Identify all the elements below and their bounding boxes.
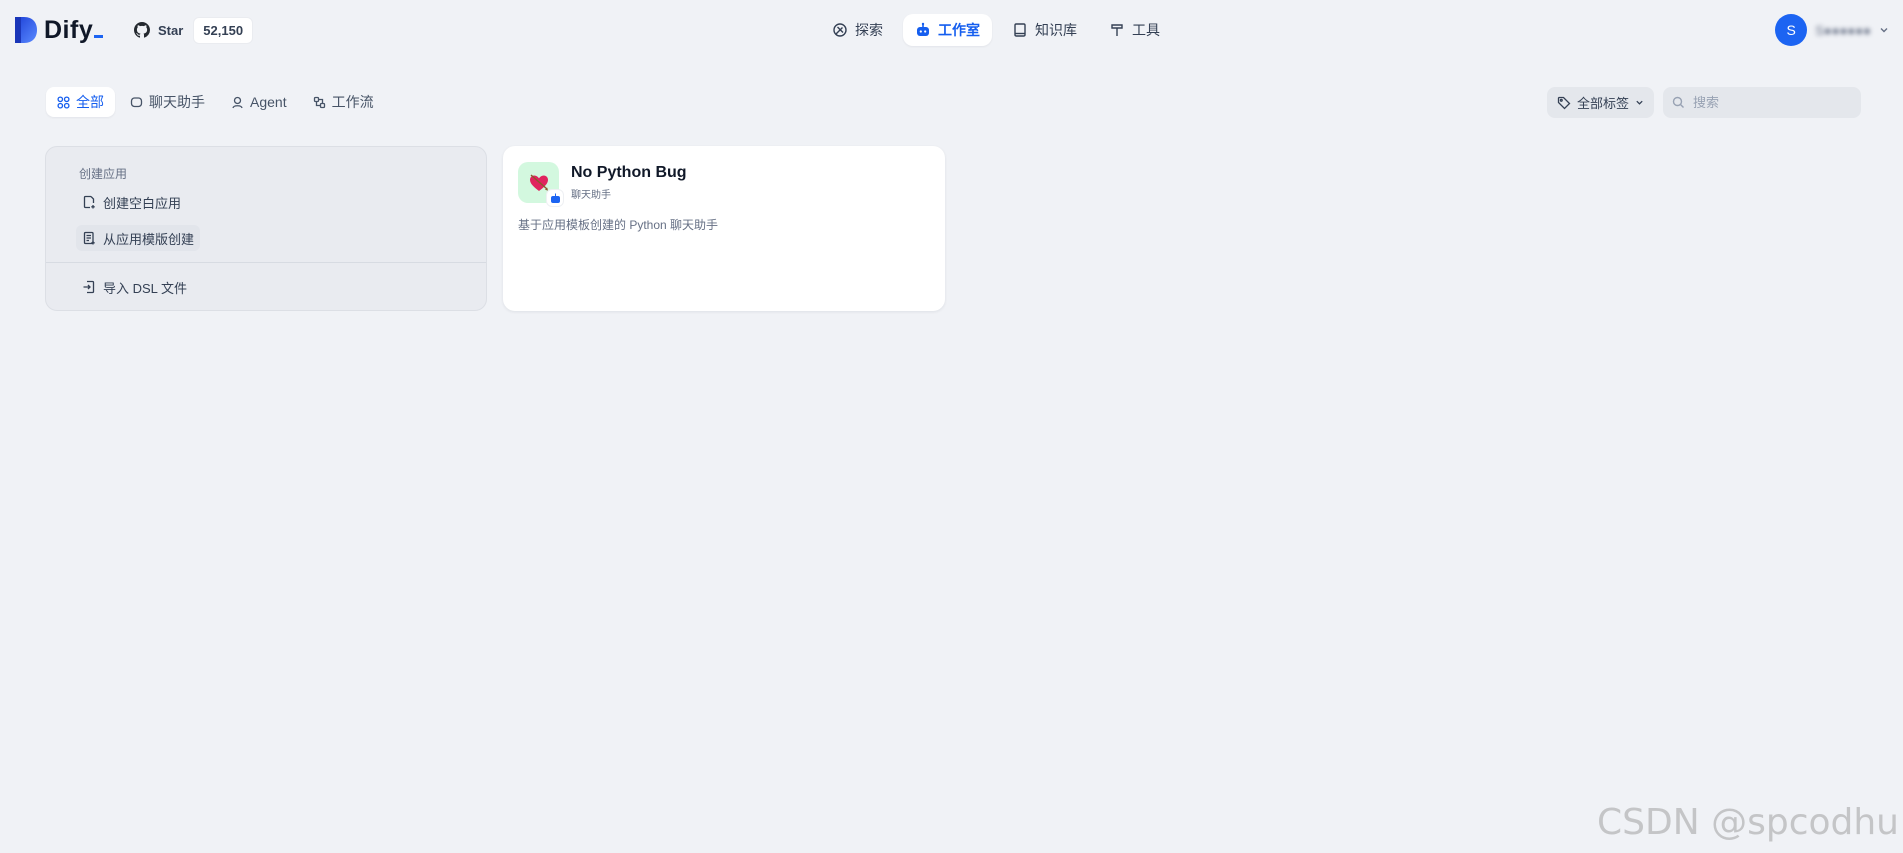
- import-icon: [83, 280, 95, 294]
- nav-knowledge[interactable]: 知识库: [1000, 14, 1089, 46]
- dify-logo-mark-icon: [15, 17, 37, 43]
- github-icon: [134, 22, 150, 38]
- import-dsl-button[interactable]: 导入 DSL 文件: [76, 274, 193, 300]
- app-description: 基于应用模板创建的 Python 聊天助手: [518, 218, 719, 232]
- book-icon: [1014, 23, 1026, 37]
- robot-icon: [917, 22, 929, 36]
- import-dsl-label: 导入 DSL 文件: [103, 280, 188, 296]
- file-plus-icon: [83, 195, 95, 209]
- username: S●●●●●●: [1815, 22, 1871, 38]
- app-type-tabs: 全部 聊天助手 Agent 工作流: [46, 87, 385, 117]
- app-card[interactable]: No Python Bug 聊天助手 基于应用模板创建的 Python 聊天助手: [503, 146, 945, 311]
- tab-workflow-label: 工作流: [331, 94, 374, 110]
- tab-all[interactable]: 全部: [46, 87, 115, 117]
- tab-agent[interactable]: Agent: [220, 87, 298, 117]
- nav-studio[interactable]: 工作室: [903, 14, 992, 46]
- tab-chat-assistant-label: 聊天助手: [149, 94, 205, 110]
- app-type: 聊天助手: [571, 190, 611, 201]
- grid-icon: [57, 95, 70, 109]
- top-bar: Dify Star 52,150 探索 工作室 知识库 工具 S S●●●●●●: [0, 0, 1903, 58]
- tab-all-label: 全部: [76, 94, 104, 110]
- tag-filter-dropdown[interactable]: 全部标签: [1546, 87, 1654, 118]
- filter-bar: 全部标签: [1546, 87, 1861, 118]
- divider: [46, 262, 486, 263]
- create-blank-app-label: 创建空白应用: [103, 195, 182, 211]
- chevron-down-icon: [1880, 28, 1888, 33]
- heart-arrow-icon: [529, 173, 548, 191]
- create-blank-app-button[interactable]: 创建空白应用: [76, 189, 187, 215]
- tab-workflow[interactable]: 工作流: [302, 87, 385, 117]
- create-app-title: 创建应用: [79, 167, 128, 181]
- dify-logo[interactable]: Dify: [14, 16, 104, 45]
- template-icon: [83, 231, 95, 245]
- app-name: No Python Bug: [571, 164, 687, 181]
- create-from-template-button[interactable]: 从应用模版创建: [76, 225, 201, 251]
- watermark: CSDN @spcodhu: [1597, 802, 1899, 843]
- main-nav: 探索 工作室 知识库 工具: [820, 14, 1172, 46]
- tab-chat-assistant[interactable]: 聊天助手: [119, 87, 216, 117]
- nav-studio-label: 工作室: [938, 22, 980, 38]
- search-input[interactable]: [1691, 94, 1851, 111]
- create-from-template-label: 从应用模版创建: [103, 231, 195, 247]
- search-box[interactable]: [1663, 87, 1861, 118]
- nav-knowledge-label: 知识库: [1035, 22, 1077, 38]
- agent-icon: [232, 96, 243, 108]
- avatar: S: [1775, 14, 1808, 46]
- compass-icon: [833, 23, 847, 37]
- nav-explore-label: 探索: [855, 22, 883, 38]
- chat-assistant-badge: [547, 190, 563, 206]
- hammer-icon: [1111, 24, 1123, 36]
- tag-icon: [1557, 96, 1571, 109]
- tab-agent-label: Agent: [250, 94, 287, 110]
- tag-filter-label: 全部标签: [1576, 96, 1629, 111]
- star-label: Star: [158, 22, 184, 38]
- logo-text: Dify: [44, 16, 104, 45]
- nav-explore[interactable]: 探索: [820, 14, 895, 46]
- search-icon: [1672, 96, 1684, 108]
- chat-icon: [130, 96, 143, 107]
- workflow-icon: [313, 96, 325, 108]
- chevron-down-icon: [1636, 100, 1643, 105]
- nav-tools-label: 工具: [1132, 22, 1160, 38]
- create-app-card: 创建应用 创建空白应用 从应用模版创建 导入 DSL 文件: [45, 146, 487, 311]
- chat-badge-icon: [550, 193, 560, 203]
- star-count: 52,150: [193, 16, 254, 44]
- nav-tools[interactable]: 工具: [1097, 14, 1172, 46]
- github-star-button[interactable]: Star 52,150: [134, 16, 254, 44]
- user-menu[interactable]: S S●●●●●●: [1775, 14, 1889, 46]
